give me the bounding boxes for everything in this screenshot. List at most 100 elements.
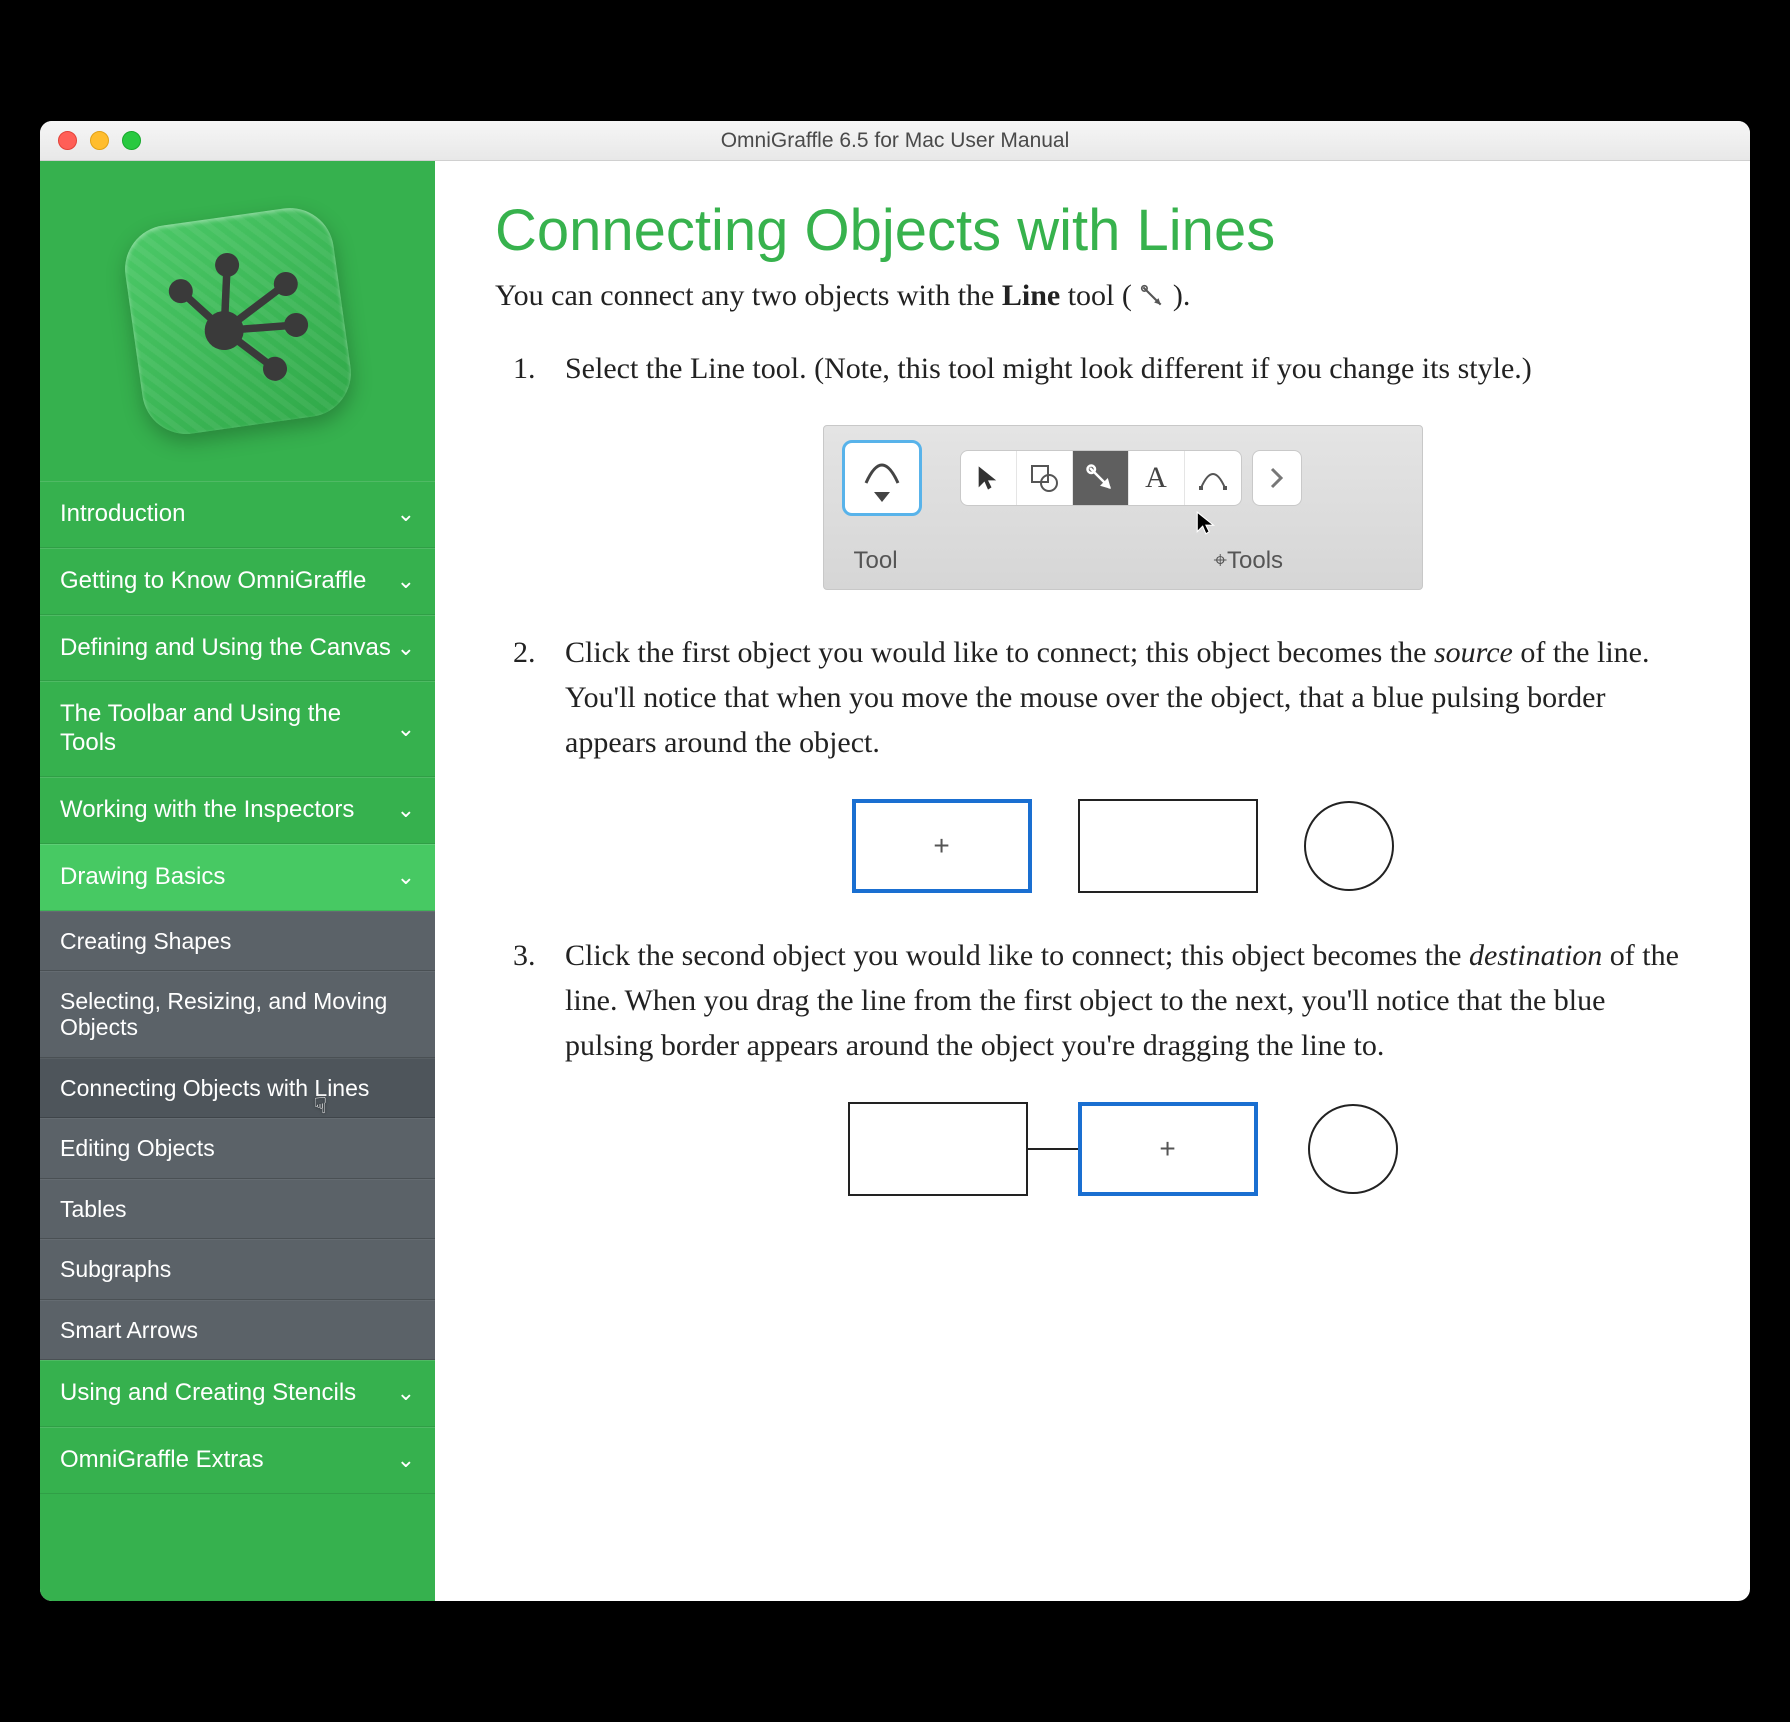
intro-bold: Line — [1002, 279, 1060, 312]
figure-destination-select: + — [565, 1102, 1680, 1196]
titlebar: OmniGraffle 6.5 for Mac User Manual — [40, 121, 1750, 161]
subnav-label: Subgraphs — [60, 1256, 171, 1282]
sidebar-item-inspectors[interactable]: Working with the Inspectors ⌄ — [40, 777, 435, 844]
subnav-item-smart-arrows[interactable]: Smart Arrows — [40, 1300, 435, 1360]
step-text: Select the Line tool. (Note, this tool m… — [565, 352, 1532, 385]
subnav-label: Smart Arrows — [60, 1317, 198, 1343]
step-text: Click the second object you would like t… — [565, 939, 1469, 972]
sidebar-item-getting-to-know[interactable]: Getting to Know OmniGraffle ⌄ — [40, 548, 435, 615]
sidebar-item-defining-canvas[interactable]: Defining and Using the Canvas ⌄ — [40, 615, 435, 682]
toolbar-screenshot: A — [823, 425, 1423, 590]
circle-shape — [1308, 1104, 1398, 1194]
step-emphasis: source — [1434, 636, 1513, 669]
subnav-item-tables[interactable]: Tables — [40, 1179, 435, 1239]
nav-label: Working with the Inspectors — [60, 796, 354, 825]
subnav-item-creating-shapes[interactable]: Creating Shapes — [40, 911, 435, 971]
subnav-label: Creating Shapes — [60, 928, 231, 954]
sidebar-item-introduction[interactable]: Introduction ⌄ — [40, 481, 435, 548]
pen-icon — [1197, 464, 1229, 492]
text-tool-button[interactable]: A — [1129, 451, 1185, 505]
connection-line — [1028, 1148, 1078, 1150]
nav-label: Using and Creating Stencils — [60, 1379, 356, 1408]
chevron-down-icon: ⌄ — [397, 716, 415, 742]
expand-tools-button[interactable] — [1252, 450, 1302, 506]
nav-label: Defining and Using the Canvas — [60, 634, 391, 663]
line-tool-icon — [1085, 463, 1115, 493]
rectangle-shape — [1078, 799, 1258, 893]
toolbar-label-tools: ⌖Tools — [1214, 543, 1284, 579]
sidebar-subnav-drawing-basics: Creating Shapes Selecting, Resizing, and… — [40, 911, 435, 1361]
chevron-down-icon: ⌄ — [397, 501, 415, 527]
sidebar-item-drawing-basics[interactable]: Drawing Basics ⌄ — [40, 844, 435, 911]
arc-tool-icon — [860, 453, 904, 489]
current-tool-well — [842, 440, 922, 516]
step-2: Click the first object you would like to… — [565, 630, 1680, 893]
intro-text: You can connect any two objects with the — [495, 279, 1002, 312]
chevron-down-icon: ⌄ — [397, 797, 415, 823]
subnav-label: Tables — [60, 1196, 126, 1222]
figure-toolbar: A — [565, 425, 1680, 590]
window-title: OmniGraffle 6.5 for Mac User Manual — [40, 129, 1750, 153]
sidebar-nav: Introduction ⌄ Getting to Know OmniGraff… — [40, 481, 435, 1494]
plus-icon: + — [1159, 1128, 1175, 1170]
omnigraffle-logo-icon — [153, 236, 322, 405]
subnav-label: Editing Objects — [60, 1135, 215, 1161]
chevron-down-icon: ⌄ — [397, 568, 415, 594]
pen-tool-button[interactable] — [1185, 451, 1241, 505]
close-window-button[interactable] — [58, 131, 77, 150]
pointer-icon — [974, 464, 1002, 492]
selection-tool-button[interactable] — [961, 451, 1017, 505]
text-a-icon: A — [1145, 455, 1167, 500]
line-tool-button[interactable] — [1073, 451, 1129, 505]
step-1: Select the Line tool. (Note, this tool m… — [565, 346, 1680, 590]
window-controls — [40, 131, 141, 150]
sidebar-item-toolbar[interactable]: The Toolbar and Using the Tools ⌄ — [40, 681, 435, 777]
chevron-down-icon: ⌄ — [397, 1447, 415, 1473]
intro-text: ). — [1165, 279, 1190, 312]
content-area: Connecting Objects with Lines You can co… — [435, 161, 1750, 1601]
minimize-window-button[interactable] — [90, 131, 109, 150]
app-window: OmniGraffle 6.5 for Mac User Manual — [40, 121, 1750, 1601]
page-title: Connecting Objects with Lines — [495, 197, 1680, 264]
shape-icon — [1029, 463, 1059, 493]
step-text: Click the first object you would like to… — [565, 636, 1434, 669]
intro-paragraph: You can connect any two objects with the… — [495, 274, 1680, 318]
sidebar: Introduction ⌄ Getting to Know OmniGraff… — [40, 161, 435, 1601]
figure-source-select: + — [565, 799, 1680, 893]
nav-label: Introduction — [60, 500, 185, 529]
window-body: Introduction ⌄ Getting to Know OmniGraff… — [40, 161, 1750, 1601]
chevron-down-icon: ⌄ — [397, 1380, 415, 1406]
tool-palette: A — [960, 450, 1242, 506]
intro-text: tool ( — [1060, 279, 1139, 312]
mouse-cursor-icon — [1194, 510, 1220, 536]
subnav-item-subgraphs[interactable]: Subgraphs — [40, 1239, 435, 1299]
zoom-window-button[interactable] — [122, 131, 141, 150]
app-logo-tile — [119, 202, 356, 439]
step-3: Click the second object you would like t… — [565, 933, 1680, 1196]
sidebar-item-stencils[interactable]: Using and Creating Stencils ⌄ — [40, 1360, 435, 1427]
dropdown-triangle-icon — [874, 492, 890, 502]
app-logo-area — [40, 161, 435, 481]
nav-label: Getting to Know OmniGraffle — [60, 567, 366, 596]
nav-label: OmniGraffle Extras — [60, 1446, 264, 1475]
subnav-item-connecting-lines[interactable]: Connecting Objects with Lines ☟ — [40, 1058, 435, 1118]
subnav-item-editing-objects[interactable]: Editing Objects — [40, 1118, 435, 1178]
chevron-right-icon — [1253, 451, 1301, 505]
nav-label: Drawing Basics — [60, 863, 225, 892]
pointing-hand-cursor-icon: ☟ — [314, 1093, 327, 1118]
destination-rectangle-selected: + — [1078, 1102, 1258, 1196]
chevron-down-icon: ⌄ — [397, 864, 415, 890]
source-rectangle-selected: + — [852, 799, 1032, 893]
subnav-item-selecting-resizing[interactable]: Selecting, Resizing, and Moving Objects — [40, 971, 435, 1058]
circle-shape — [1304, 801, 1394, 891]
steps-list: Select the Line tool. (Note, this tool m… — [495, 346, 1680, 1196]
shape-tool-button[interactable] — [1017, 451, 1073, 505]
chevron-down-icon: ⌄ — [397, 635, 415, 661]
step-emphasis: destination — [1469, 939, 1602, 972]
plus-icon: + — [933, 825, 949, 867]
toolbar-label-tool: Tool — [854, 543, 898, 579]
sidebar-item-extras[interactable]: OmniGraffle Extras ⌄ — [40, 1427, 435, 1494]
nav-label: The Toolbar and Using the Tools — [60, 700, 397, 758]
subnav-label: Selecting, Resizing, and Moving Objects — [60, 988, 387, 1040]
line-tool-inline-icon — [1139, 278, 1165, 304]
